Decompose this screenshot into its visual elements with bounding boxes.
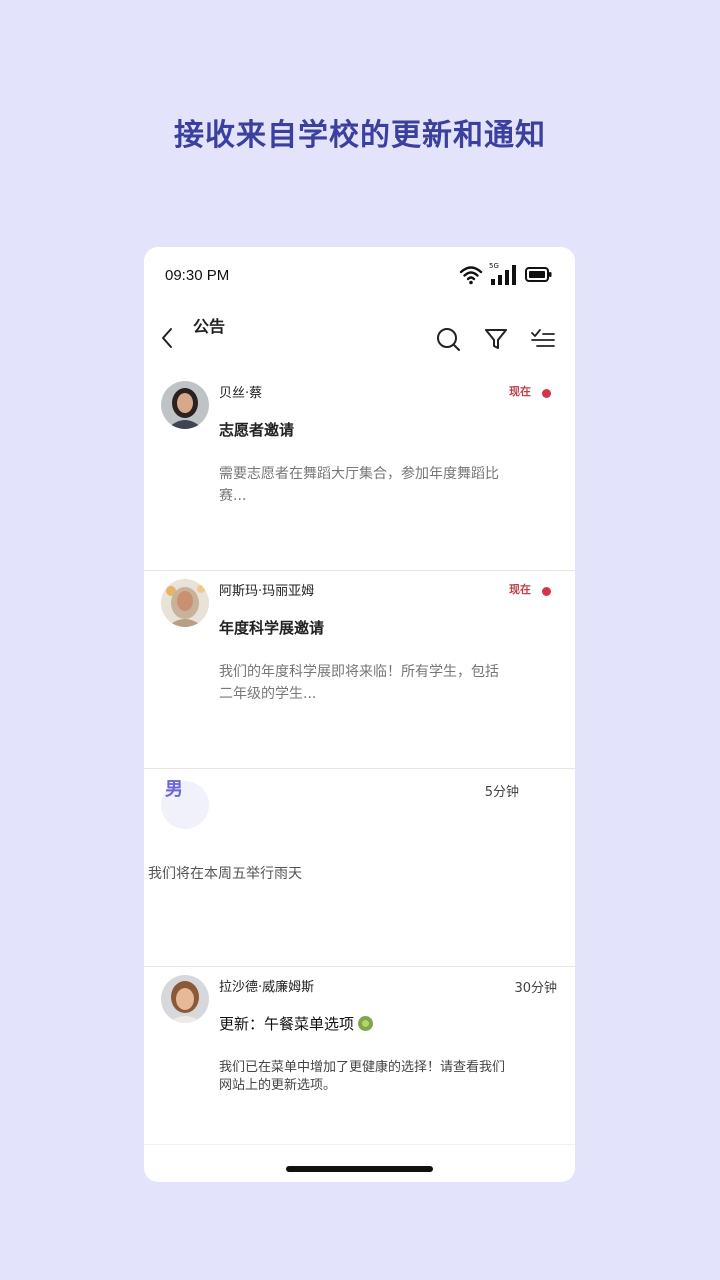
timestamp: 现在 [509, 385, 531, 398]
salad-emoji-icon [358, 1016, 374, 1031]
sender-name: 男 [165, 779, 183, 800]
timestamp: 现在 [509, 583, 531, 596]
timestamp: 5分钟 [484, 785, 519, 800]
battery-icon [525, 267, 552, 282]
promo-headline: 接收来自学校的更新和通知 [174, 118, 546, 153]
page-title: 公告 [193, 317, 226, 336]
status-bar: 09:30 PM 5G [144, 247, 575, 305]
announcement-preview: ，我们将在本周五举行雨天 [144, 866, 302, 882]
home-indicator[interactable] [286, 1166, 433, 1172]
app-header: 公告 [144, 305, 575, 367]
announcement-subject-text: 更新：午餐菜单选项 [219, 1015, 355, 1033]
phone-frame: 09:30 PM 5G 公告 贝丝·蔡 现在 志愿者邀请 需要志愿者在舞蹈大厅集… [144, 247, 575, 1182]
sender-name: 阿斯玛·玛丽亚姆 [219, 584, 315, 599]
status-icons: 5G [459, 262, 555, 288]
announcement-item[interactable]: 阿斯玛·玛丽亚姆 现在 年度科学展邀请 我们的年度科学展即将来临！所有学生，包括… [144, 571, 575, 769]
announcement-subject: 更新：午餐菜单选项 [219, 1013, 374, 1034]
filter-icon[interactable] [482, 325, 510, 353]
announcement-item[interactable]: 拉沙德·威廉姆斯 30分钟 更新：午餐菜单选项 我们已在菜单中增加了更健康的选择… [144, 967, 575, 1145]
announcement-subject: 志愿者邀请 [219, 421, 295, 439]
cellular-signal-icon [491, 265, 516, 285]
mark-read-icon[interactable] [529, 325, 557, 353]
announcement-subject: 年度科学展邀请 [219, 619, 325, 637]
status-time: 09:30 PM [165, 267, 230, 284]
unread-dot [542, 389, 551, 398]
announcement-item[interactable]: 贝丝·蔡 现在 志愿者邀请 需要志愿者在舞蹈大厅集合，参加年度舞蹈比赛... [144, 373, 575, 571]
sender-name: 贝丝·蔡 [219, 386, 263, 401]
announcement-preview: 需要志愿者在舞蹈大厅集合，参加年度舞蹈比赛... [219, 466, 499, 504]
sender-name: 拉沙德·威廉姆斯 [219, 980, 315, 995]
avatar [161, 975, 209, 1023]
announcement-preview: 我们已在菜单中增加了更健康的选择！请查看我们网站上的更新选项。 [219, 1060, 506, 1093]
wifi-icon [459, 266, 483, 285]
announcement-item[interactable]: 男 5分钟 ，我们将在本周五举行雨天 [144, 769, 575, 967]
back-arrow-icon[interactable] [157, 325, 179, 351]
search-icon[interactable] [434, 325, 462, 353]
unread-dot [542, 587, 551, 596]
announcement-preview: 我们的年度科学展即将来临！所有学生，包括二年级的学生... [219, 664, 499, 702]
avatar [161, 381, 209, 429]
timestamp: 30分钟 [514, 981, 557, 996]
app-store-screenshot: 接收来自学校的更新和通知 09:30 PM 5G 公告 贝丝·蔡 现在 志愿者邀… [0, 0, 720, 1280]
announcement-list: 贝丝·蔡 现在 志愿者邀请 需要志愿者在舞蹈大厅集合，参加年度舞蹈比赛... 阿… [144, 373, 575, 1145]
avatar [161, 579, 209, 627]
